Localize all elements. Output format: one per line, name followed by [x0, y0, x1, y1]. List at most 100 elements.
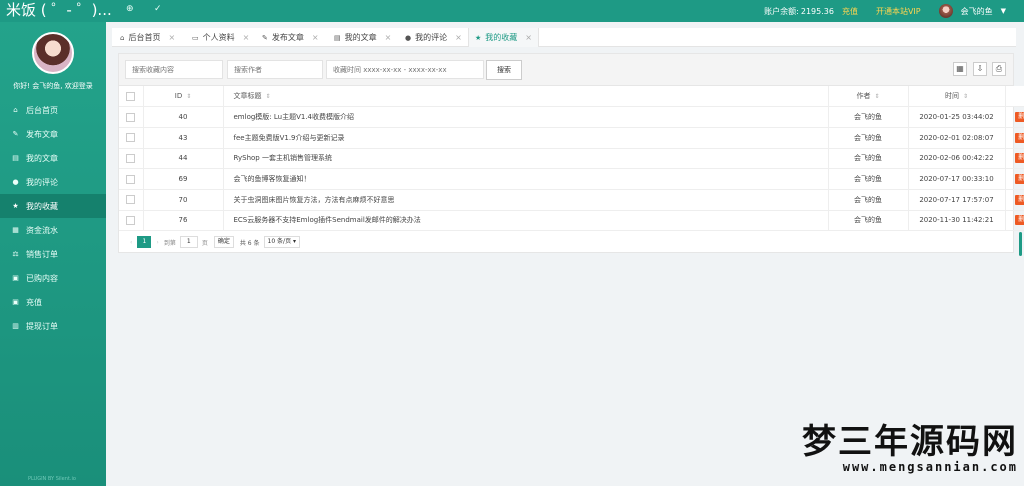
row-check-cell — [119, 127, 144, 149]
row-checkbox[interactable] — [126, 215, 136, 225]
app-logo[interactable]: 米饭 ( ゜- ゜)... — [6, 1, 112, 19]
row-checkbox[interactable] — [126, 112, 136, 122]
delete-button[interactable]: 删除 — [1015, 112, 1024, 123]
bag-icon: ▣ — [12, 298, 19, 306]
close-icon[interactable]: × — [312, 33, 319, 42]
row-title[interactable]: ECS云服务器不支持Emlog插件Sendmail发邮件的解决办法 — [223, 210, 829, 232]
sidebar-item-favorites[interactable]: ★ 我的收藏 — [0, 194, 106, 218]
search-time-input[interactable] — [326, 60, 484, 79]
row-checkbox[interactable] — [126, 133, 136, 143]
tab-profile[interactable]: ▭ 个人资料 × — [192, 28, 249, 47]
delete-button[interactable]: 删除 — [1015, 194, 1024, 205]
sidebar-item-home[interactable]: ⌂ 后台首页 — [0, 98, 106, 122]
goto-confirm-button[interactable]: 确定 — [213, 236, 234, 248]
chevron-down-icon: ▾ — [293, 238, 297, 245]
tab-publish[interactable]: ✎ 发布文章 × — [262, 28, 319, 47]
recharge-link[interactable]: 充值 — [842, 6, 858, 17]
close-icon[interactable]: × — [243, 33, 250, 42]
home-icon: ⌂ — [120, 33, 125, 42]
sidebar-item-publish[interactable]: ✎ 发布文章 — [0, 122, 106, 146]
row-author: 会飞的鱼 — [828, 210, 909, 232]
watermark: 梦三年源码网 www.mengsannian.com — [802, 424, 1018, 474]
star-icon: ★ — [12, 202, 19, 210]
table-header-row: ID ⇕ 文章标题 ⇕ 作者 ⇕ 时间 ⇕ — [119, 86, 1024, 108]
select-all-checkbox[interactable] — [126, 91, 136, 101]
row-op: 删除 — [1005, 210, 1024, 232]
row-id: 69 — [143, 168, 224, 190]
close-icon[interactable]: × — [455, 33, 462, 42]
sidebar-footer: PLUGIN BY Silent.io — [28, 476, 76, 482]
print-icon[interactable]: ⎙ — [992, 62, 1006, 76]
search-toolbar: 搜索 ▦ ⇩ ⎙ — [119, 54, 1013, 86]
scrollbar-thumb[interactable] — [1019, 232, 1022, 256]
sort-icon[interactable]: ⇕ — [266, 93, 271, 100]
tab-home[interactable]: ⌂ 后台首页 × — [120, 28, 175, 47]
vip-link[interactable]: 开通本站VIP — [876, 6, 921, 17]
total-count: 共 6 条 — [239, 239, 260, 247]
check-icon[interactable]: ✓ — [154, 4, 162, 14]
row-title[interactable]: emlog模版: Lu主题V1.4收费模版介绍 — [223, 106, 829, 128]
row-title[interactable]: 关于虫洞图床图片恢复方法，方法有点麻烦不好意思 — [223, 189, 829, 211]
tab-favorites[interactable]: ★ 我的收藏 × — [468, 28, 539, 47]
sidebar-item-withdraw[interactable]: ▥ 提现订单 — [0, 314, 106, 338]
sidebar-item-recharge[interactable]: ▣ 充值 — [0, 290, 106, 314]
row-checkbox[interactable] — [126, 153, 136, 163]
favorites-table: ID ⇕ 文章标题 ⇕ 作者 ⇕ 时间 ⇕ 40 emlog模版: Lu主题V1.4收费… — [119, 86, 1024, 232]
sidebar-item-funds[interactable]: ▦ 资金流水 — [0, 218, 106, 242]
globe-icon[interactable]: ⊕ — [126, 4, 134, 14]
user-name[interactable]: 会飞的鱼 — [961, 6, 993, 17]
tab-label: 发布文章 — [271, 33, 304, 42]
page-1-button[interactable]: 1 — [137, 236, 152, 248]
page-number-input[interactable]: 1 — [179, 236, 198, 248]
row-title[interactable]: fee主题免费版V1.9介绍与更新记录 — [223, 127, 829, 149]
id-card-icon: ▭ — [192, 33, 199, 42]
header-title[interactable]: 文章标题 ⇕ — [223, 86, 829, 108]
next-page-icon[interactable]: › — [156, 239, 158, 246]
row-id: 40 — [143, 106, 224, 128]
delete-button[interactable]: 删除 — [1015, 132, 1024, 143]
header-id[interactable]: ID ⇕ — [143, 86, 224, 108]
row-checkbox[interactable] — [126, 174, 136, 184]
table-row: 43 fee主题免费版V1.9介绍与更新记录 会飞的鱼 2020-02-01 0… — [119, 127, 1024, 149]
columns-icon[interactable]: ▦ — [953, 62, 967, 76]
sidebar-item-my-comments[interactable]: ● 我的评论 — [0, 170, 106, 194]
close-icon[interactable]: × — [168, 33, 175, 42]
chevron-down-icon[interactable]: ▼ — [1001, 7, 1006, 15]
sidebar-item-sales-orders[interactable]: ⚖ 销售订单 — [0, 242, 106, 266]
search-author-input[interactable] — [227, 60, 323, 79]
user-avatar[interactable] — [938, 4, 953, 18]
export-icon[interactable]: ⇩ — [973, 62, 987, 76]
sidebar-item-my-articles[interactable]: ▤ 我的文章 — [0, 146, 106, 170]
sidebar-item-purchased[interactable]: ▣ 已购内容 — [0, 266, 106, 290]
row-time: 2020-11-30 11:42:21 — [908, 210, 1006, 232]
sidebar-item-label: 已购内容 — [26, 273, 58, 283]
tab-my-comments[interactable]: ● 我的评论 × — [405, 28, 462, 47]
row-id: 44 — [143, 148, 224, 170]
tab-label: 我的文章 — [344, 33, 377, 42]
tab-my-articles[interactable]: ▤ 我的文章 × — [334, 28, 391, 47]
close-icon[interactable]: × — [525, 33, 532, 42]
row-title[interactable]: 会飞的鱼博客恢复通知！ — [223, 168, 829, 190]
sort-icon[interactable]: ⇕ — [963, 93, 968, 100]
home-icon: ⌂ — [13, 106, 18, 114]
search-content-input[interactable] — [125, 60, 223, 79]
table-row: 70 关于虫洞图床图片恢复方法，方法有点麻烦不好意思 会飞的鱼 2020-07-… — [119, 189, 1024, 211]
delete-button[interactable]: 删除 — [1015, 153, 1024, 164]
close-icon[interactable]: × — [385, 33, 392, 42]
row-title[interactable]: RyShop 一套主机销售管理系统 — [223, 148, 829, 170]
bag-icon: ▣ — [12, 274, 19, 282]
page-size-select[interactable]: 10 条/页 ▾ — [263, 236, 301, 248]
header-time[interactable]: 时间 ⇕ — [908, 86, 1006, 108]
sort-icon[interactable]: ⇕ — [186, 93, 191, 100]
delete-button[interactable]: 删除 — [1015, 174, 1024, 185]
sort-icon[interactable]: ⇕ — [874, 93, 879, 100]
pagination: ‹ 1 › 到第 1 页 确定 共 6 条 10 条/页 ▾ — [119, 232, 1013, 252]
prev-page-icon[interactable]: ‹ — [130, 239, 132, 246]
avatar — [32, 32, 74, 74]
delete-button[interactable]: 删除 — [1015, 215, 1024, 226]
sidebar-item-label: 充值 — [26, 297, 42, 307]
row-checkbox[interactable] — [126, 195, 136, 205]
sidebar-item-label: 我的收藏 — [26, 201, 58, 211]
search-button[interactable]: 搜索 — [486, 60, 522, 80]
header-author[interactable]: 作者 ⇕ — [828, 86, 909, 108]
